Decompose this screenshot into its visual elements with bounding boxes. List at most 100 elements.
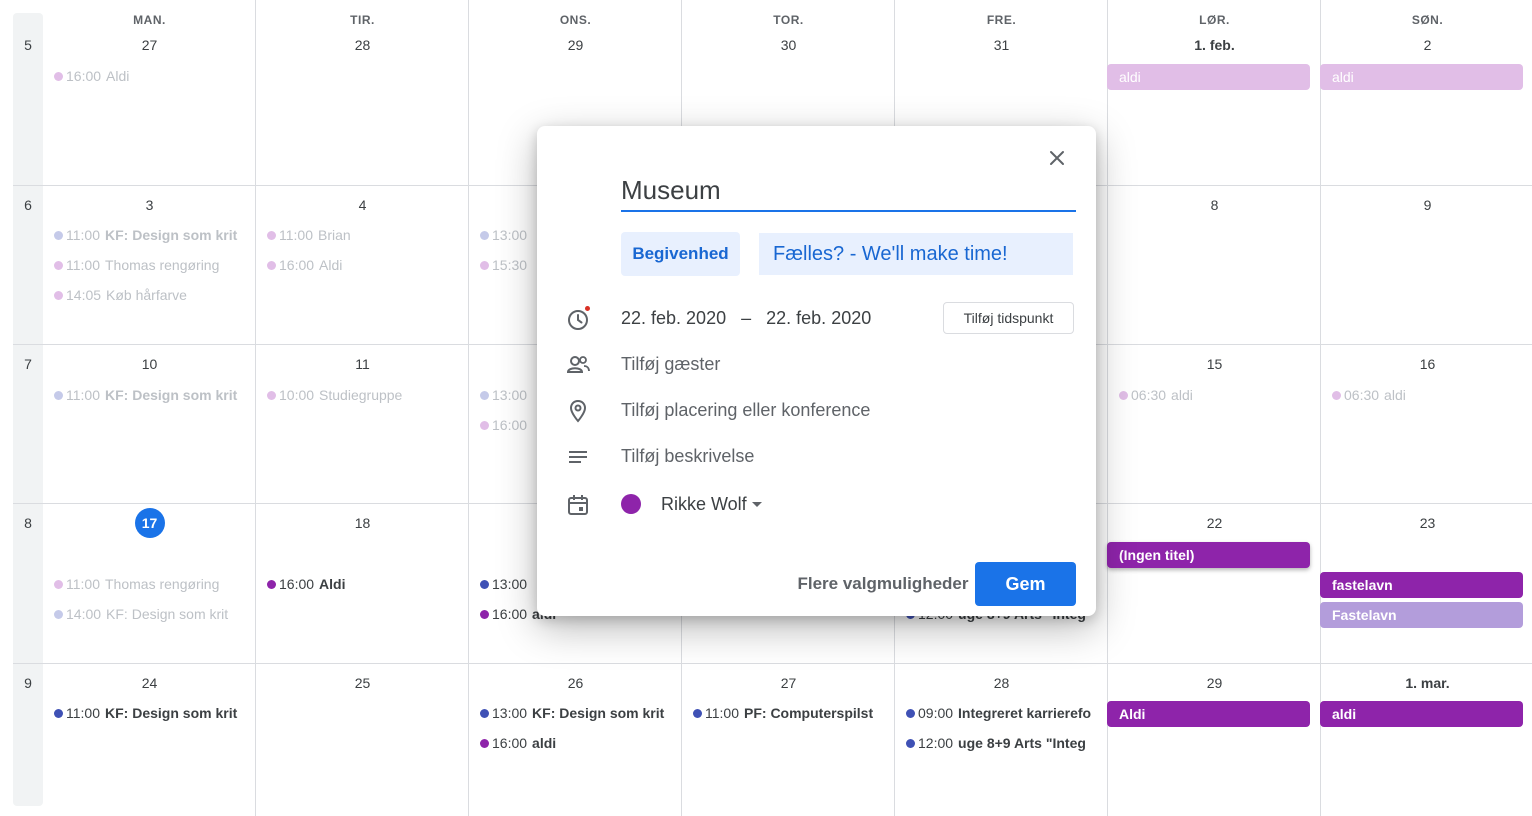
calendar-event[interactable]: 14:00 KF: Design som krit — [48, 602, 251, 626]
day-number[interactable]: 3 — [43, 197, 256, 213]
day-number[interactable]: 1. feb. — [1108, 37, 1321, 53]
week-number[interactable]: 8 — [13, 515, 43, 531]
week-number[interactable]: 9 — [13, 675, 43, 691]
calendar-event[interactable]: 11:00 Brian — [261, 223, 464, 247]
day-number[interactable]: 30 — [682, 37, 895, 53]
calendar-event[interactable]: 11:00 Thomas rengøring — [48, 253, 251, 277]
calendar-event[interactable]: 11:00 KF: Design som krit — [48, 223, 251, 247]
all-day-event[interactable]: Fastelavn — [1320, 602, 1523, 628]
guests-field[interactable]: Tilføj gæster — [621, 354, 720, 375]
event-color-dot — [480, 709, 489, 718]
calendar-event[interactable]: 15:30 — [474, 253, 544, 277]
calendar-event[interactable]: 09:00 Integreret karrierefo — [900, 701, 1103, 725]
caret-down-icon[interactable] — [752, 502, 762, 507]
day-header-tue: TIR. — [350, 13, 375, 27]
quick-create-dialog: Begivenhed Fælles? - We'll make time! 22… — [537, 126, 1096, 616]
calendar-event[interactable]: 13:00 — [474, 223, 544, 247]
calendar-event[interactable]: 11:00 KF: Design som krit — [48, 383, 251, 407]
all-day-event-selected[interactable]: (Ingen titel) — [1107, 542, 1310, 568]
calendar-event[interactable]: 16:00 Aldi — [261, 253, 464, 277]
start-date[interactable]: 22. feb. 2020 — [621, 308, 726, 329]
add-time-button[interactable]: Tilføj tidspunkt — [943, 302, 1074, 334]
day-header-fri: FRE. — [986, 13, 1017, 27]
day-number[interactable]: 31 — [895, 37, 1108, 53]
event-color-dot — [906, 709, 915, 718]
date-range[interactable]: 22. feb. 2020 – 22. feb. 2020 — [621, 308, 871, 329]
event-color-dot — [54, 72, 63, 81]
event-color-dot — [54, 261, 63, 270]
day-header-wed: ONS. — [559, 13, 592, 27]
event-color-dot — [906, 739, 915, 748]
week-number[interactable]: 6 — [13, 197, 43, 213]
event-color-dot — [480, 261, 489, 270]
day-number[interactable]: 29 — [469, 37, 682, 53]
day-number[interactable]: 25 — [256, 675, 469, 691]
calendar-event[interactable]: 16:00 Aldi — [261, 572, 464, 596]
calendar-event[interactable]: 13:00 KF: Design som krit — [474, 701, 677, 725]
event-color-dot — [54, 231, 63, 240]
event-color-dot — [1119, 391, 1128, 400]
grid-line — [1107, 0, 1108, 816]
calendar-event[interactable]: 13:00 — [474, 572, 544, 596]
day-number[interactable]: 22 — [1108, 515, 1321, 531]
event-color-dot — [267, 580, 276, 589]
all-day-event[interactable]: aldi — [1320, 701, 1523, 727]
calendar-event[interactable]: 06:30 aldi — [1326, 383, 1529, 407]
week-number[interactable]: 5 — [13, 37, 43, 53]
calendar-event[interactable]: 11:00 Thomas rengøring — [48, 572, 251, 596]
event-color-dot — [54, 580, 63, 589]
day-header-sun: SØN. — [1411, 13, 1444, 27]
save-button[interactable]: Gem — [975, 562, 1076, 606]
calendar-event[interactable]: 16:00 Aldi — [48, 64, 251, 88]
all-day-event[interactable]: Aldi — [1107, 701, 1310, 727]
calendar-select[interactable]: Rikke Wolf — [661, 494, 747, 515]
calendar-event[interactable]: 13:00 — [474, 383, 544, 407]
all-day-event[interactable]: fastelavn — [1320, 572, 1523, 598]
all-day-event[interactable]: aldi — [1107, 64, 1310, 90]
date-separator: – — [741, 308, 752, 328]
day-number[interactable]: 18 — [256, 515, 469, 531]
day-header-thu: TOR. — [773, 13, 804, 27]
day-number[interactable]: 28 — [895, 675, 1108, 691]
calendar-event[interactable]: 06:30 aldi — [1113, 383, 1316, 407]
day-number[interactable]: 27 — [682, 675, 895, 691]
all-day-event[interactable]: aldi — [1320, 64, 1523, 90]
day-number[interactable]: 1. mar. — [1321, 675, 1532, 691]
day-number[interactable]: 23 — [1321, 515, 1532, 531]
end-date[interactable]: 22. feb. 2020 — [766, 308, 871, 329]
description-field[interactable]: Tilføj beskrivelse — [621, 446, 754, 467]
calendar-event[interactable]: 16:00aldi — [474, 731, 677, 755]
day-number[interactable]: 27 — [43, 37, 256, 53]
day-number[interactable]: 16 — [1321, 356, 1532, 372]
day-number[interactable]: 24 — [43, 675, 256, 691]
day-number[interactable]: 11 — [256, 356, 469, 372]
day-number[interactable]: 29 — [1108, 675, 1321, 691]
day-number[interactable]: 26 — [469, 675, 682, 691]
day-number[interactable]: 2 — [1321, 37, 1532, 53]
day-number-today[interactable]: 17 — [43, 508, 256, 538]
event-color-dot — [267, 231, 276, 240]
tab-faelles-scheduler[interactable]: Fælles? - We'll make time! — [759, 233, 1073, 275]
tab-event[interactable]: Begivenhed — [621, 232, 740, 276]
day-number[interactable]: 15 — [1108, 356, 1321, 372]
day-number[interactable]: 9 — [1321, 197, 1532, 213]
calendar-event[interactable]: 11:00 PF: Computerspilst — [687, 701, 890, 725]
location-field[interactable]: Tilføj placering eller konference — [621, 400, 870, 421]
day-number[interactable]: 4 — [256, 197, 469, 213]
calendar-event[interactable]: 16:00 — [474, 413, 544, 437]
close-icon[interactable] — [1045, 146, 1069, 170]
calendar-event[interactable]: 14:05 Køb hårfarve — [48, 283, 251, 307]
day-number[interactable]: 10 — [43, 356, 256, 372]
calendar-event[interactable]: 10:00 Studiegruppe — [261, 383, 464, 407]
day-number[interactable]: 28 — [256, 37, 469, 53]
event-color-dot — [267, 391, 276, 400]
event-title-input[interactable] — [621, 170, 1076, 212]
event-color-dot — [480, 580, 489, 589]
more-options-button[interactable]: Flere valgmuligheder — [767, 562, 999, 606]
day-number[interactable]: 8 — [1108, 197, 1321, 213]
calendar-color-dot — [621, 494, 641, 514]
week-number[interactable]: 7 — [13, 356, 43, 372]
event-color-dot — [54, 391, 63, 400]
calendar-event[interactable]: 12:00uge 8+9 Arts "Integ — [900, 731, 1103, 755]
calendar-event[interactable]: 11:00 KF: Design som krit — [48, 701, 251, 725]
